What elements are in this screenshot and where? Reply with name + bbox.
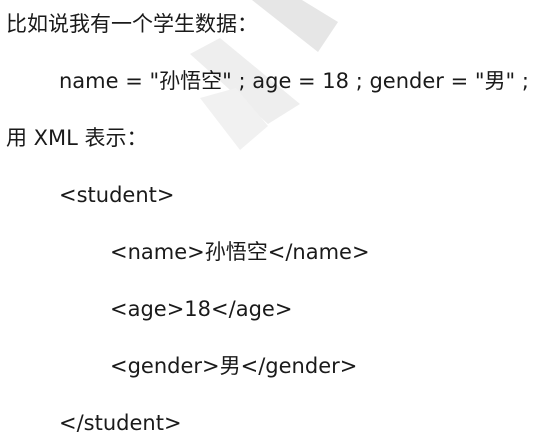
intro-text: 比如说我有一个学生数据： <box>6 12 258 36</box>
student-data-line: name = "孙悟空" ; age = 18 ; gender = "男" ; <box>59 69 529 93</box>
xml-intro-text: 用 XML 表示： <box>6 126 148 150</box>
xml-student-open-tag: <student> <box>59 183 175 207</box>
xml-age-element: <age>18</age> <box>110 297 293 321</box>
xml-student-close-tag: </student> <box>59 411 182 435</box>
xml-gender-element: <gender>男</gender> <box>110 354 358 378</box>
xml-name-element: <name>孙悟空</name> <box>110 240 370 264</box>
